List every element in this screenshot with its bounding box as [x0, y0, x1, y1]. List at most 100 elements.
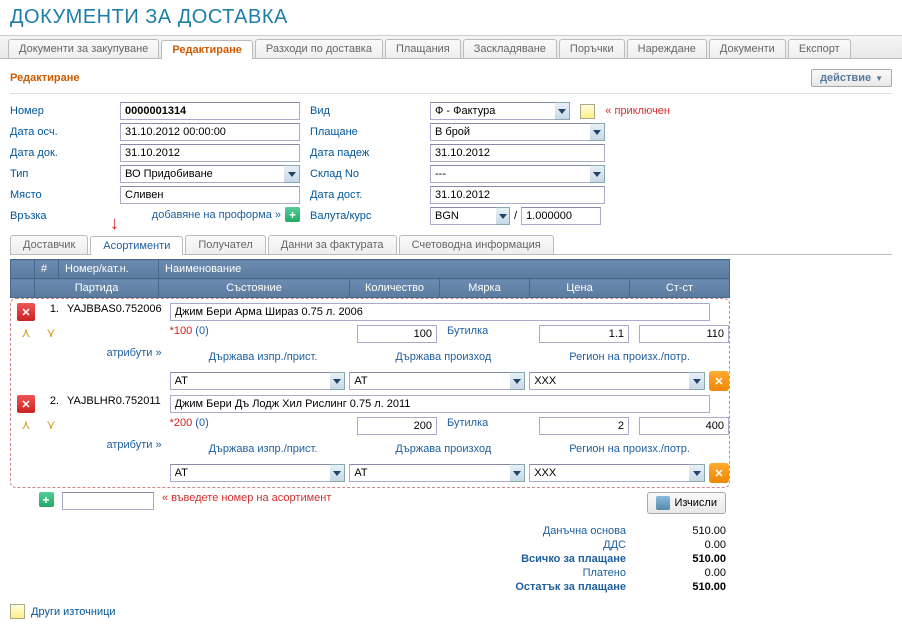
- col-unit[interactable]: Мярка: [440, 279, 530, 298]
- amount-1[interactable]: [639, 325, 729, 343]
- data-osch-label: Дата осч.: [10, 123, 110, 141]
- data-dost-input[interactable]: [430, 186, 605, 204]
- qty-2[interactable]: [357, 417, 437, 435]
- region-1[interactable]: [529, 372, 689, 390]
- move-down-1[interactable]: ⋎: [43, 325, 59, 341]
- data-dok-input[interactable]: [120, 144, 300, 162]
- qty-1[interactable]: [357, 325, 437, 343]
- country-origin-2[interactable]: [349, 464, 509, 482]
- valuta-label: Валута/курс: [310, 207, 420, 225]
- subtab-accounting[interactable]: Счетоводна информация: [399, 235, 554, 254]
- subtab-assortments[interactable]: Асортименти: [90, 236, 183, 255]
- item-name-1[interactable]: [170, 303, 710, 321]
- myasto-input[interactable]: [120, 186, 300, 204]
- tab-edit[interactable]: Редактиране: [161, 40, 253, 59]
- total-value: 510.00: [646, 553, 726, 565]
- attr-h2b: Държава произход: [395, 443, 491, 455]
- delete-row-1[interactable]: ✕: [17, 303, 35, 321]
- tab-orders[interactable]: Поръчки: [559, 39, 625, 58]
- attributes-link-1[interactable]: атрибути »: [107, 347, 162, 359]
- new-code-input[interactable]: [62, 492, 154, 510]
- unit-2[interactable]: Бутилка: [443, 415, 533, 437]
- data-padezh-label: Дата падеж: [310, 144, 420, 162]
- sklad-select[interactable]: [430, 165, 590, 183]
- add-proforma-label: добавяне на проформа »: [152, 209, 281, 221]
- rest-value: 510.00: [646, 581, 726, 593]
- col-qty[interactable]: Количество: [350, 279, 440, 298]
- dd-icon[interactable]: [689, 464, 705, 482]
- amount-2[interactable]: [639, 417, 729, 435]
- col-num[interactable]: #: [35, 260, 59, 279]
- plashtane-dropdown-icon[interactable]: [590, 123, 606, 141]
- kurs-input[interactable]: [521, 207, 601, 225]
- move-up-2[interactable]: ⋏: [17, 417, 35, 433]
- unit-1[interactable]: Бутилка: [443, 323, 533, 345]
- subtab-invoice-data[interactable]: Данни за фактурата: [268, 235, 397, 254]
- row-num-1: 1.: [39, 301, 63, 323]
- col-name[interactable]: Наименование: [159, 260, 730, 279]
- other-sources-checkbox[interactable]: [10, 604, 25, 619]
- data-osch-input[interactable]: [120, 123, 300, 141]
- sub-tabs: ↓ Доставчик Асортименти Получател Данни …: [10, 235, 892, 255]
- col-partida[interactable]: Партида: [35, 279, 159, 298]
- tab-documents[interactable]: Документи: [709, 39, 786, 58]
- action-button[interactable]: действие ▼: [811, 69, 892, 87]
- section-title: Редактиране: [10, 72, 80, 84]
- calculator-icon: [656, 496, 670, 510]
- data-dost-label: Дата дост.: [310, 186, 420, 204]
- vid-select[interactable]: [430, 102, 555, 120]
- move-up-1[interactable]: ⋏: [17, 325, 35, 341]
- country-ship-2[interactable]: [170, 464, 330, 482]
- tab-purchase-docs[interactable]: Документи за закупуване: [8, 39, 159, 58]
- vrazka-label: Връзка: [10, 207, 110, 225]
- tab-arrangement[interactable]: Нареждане: [627, 39, 707, 58]
- price-2[interactable]: [539, 417, 629, 435]
- state-paren-2: (0): [195, 417, 208, 429]
- sklad-label: Склад No: [310, 165, 420, 183]
- attributes-link-2[interactable]: атрибути »: [107, 439, 162, 451]
- valuta-dropdown-icon[interactable]: [496, 207, 510, 225]
- country-ship-1[interactable]: [170, 372, 330, 390]
- price-1[interactable]: [539, 325, 629, 343]
- myasto-label: Място: [10, 186, 110, 204]
- tab-delivery-costs[interactable]: Разходи по доставка: [255, 39, 383, 58]
- plashtane-select[interactable]: [430, 123, 590, 141]
- add-row-button[interactable]: +: [39, 492, 54, 507]
- vid-dropdown-icon[interactable]: [555, 102, 570, 120]
- subtab-recipient[interactable]: Получател: [185, 235, 265, 254]
- clear-attrs-2[interactable]: ✕: [709, 463, 729, 483]
- tab-export[interactable]: Експорт: [788, 39, 851, 58]
- calculate-button[interactable]: Изчисли: [647, 492, 726, 514]
- dds-value: 0.00: [646, 539, 726, 551]
- move-down-2[interactable]: ⋎: [43, 417, 59, 433]
- item-name-2[interactable]: [170, 395, 710, 413]
- plus-icon: +: [285, 207, 300, 222]
- data-padezh-input[interactable]: [430, 144, 605, 162]
- tab-payments[interactable]: Плащания: [385, 39, 461, 58]
- col-price[interactable]: Цена: [530, 279, 630, 298]
- region-2[interactable]: [529, 464, 689, 482]
- country-origin-1[interactable]: [349, 372, 509, 390]
- tip-dropdown-icon[interactable]: [284, 165, 300, 183]
- nomer-input[interactable]: [120, 102, 300, 120]
- paid-label: Платено: [583, 567, 626, 579]
- col-code[interactable]: Номер/кат.н.: [59, 260, 159, 279]
- tab-warehousing[interactable]: Заскладяване: [463, 39, 557, 58]
- valuta-select[interactable]: [430, 207, 496, 225]
- dd-icon[interactable]: [330, 464, 346, 482]
- col-amount[interactable]: Ст-ст: [630, 279, 730, 298]
- clear-attrs-1[interactable]: ✕: [709, 371, 729, 391]
- dd-icon[interactable]: [510, 464, 526, 482]
- dd-icon[interactable]: [510, 372, 526, 390]
- priklyuchen-label: « приключен: [605, 105, 670, 117]
- subtab-supplier[interactable]: Доставчик: [10, 235, 88, 254]
- attr-h2: Държава произход: [395, 351, 491, 363]
- delete-row-2[interactable]: ✕: [17, 395, 35, 413]
- dd-icon[interactable]: [330, 372, 346, 390]
- dd-icon[interactable]: [689, 372, 705, 390]
- add-proforma-link[interactable]: добавяне на проформа » +: [152, 207, 300, 222]
- col-state[interactable]: Състояние: [159, 279, 350, 298]
- priklyuchen-checkbox[interactable]: [580, 104, 595, 119]
- tip-select[interactable]: [120, 165, 284, 183]
- sklad-dropdown-icon[interactable]: [590, 165, 606, 183]
